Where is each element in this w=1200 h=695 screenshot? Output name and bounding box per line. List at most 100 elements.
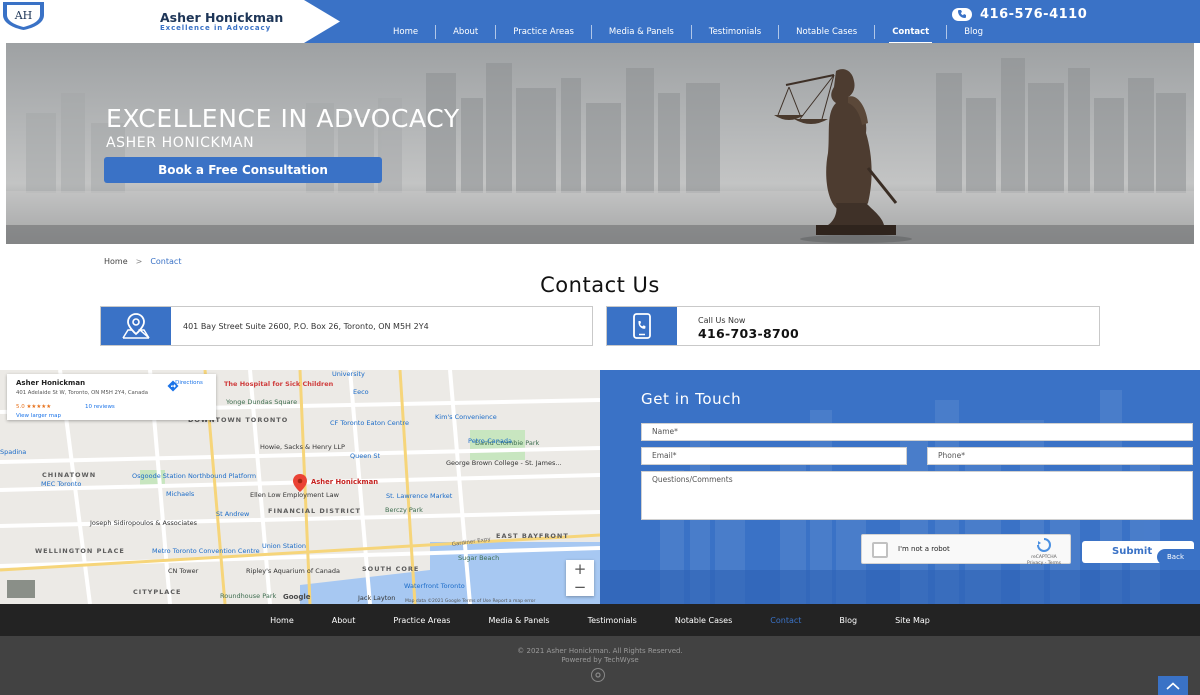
map-label-petro: Petro-Canada [468,437,512,445]
techwyse-logo-icon[interactable] [591,668,605,682]
recaptcha-terms[interactable]: Privacy - Terms [1022,561,1066,567]
call-number[interactable]: 416-703-8700 [698,326,799,341]
map-label-east-bayfront: EAST BAYFRONT [496,532,569,540]
map-label-joseph: Joseph Sidiropoulos & Associates [89,519,198,527]
google-map[interactable]: The Hospital for Sick Children Yonge Dun… [0,370,600,604]
footer-nav: Home About Practice Areas Media & Panels… [0,604,1200,636]
map-label-ellen-low: Ellen Low Employment Law [250,491,340,499]
recaptcha-logo: reCAPTCHA Privacy - Terms [1022,538,1066,567]
map-label-ripley: Ripley's Aquarium of Canada [246,567,340,575]
nav-blog[interactable]: Blog [946,25,1000,39]
map-label-cn-tower: CN Tower [168,567,199,575]
zoom-out-button[interactable]: − [566,578,594,596]
hero-title: EXCELLENCE IN ADVOCACY [106,104,460,133]
footer-nav-about[interactable]: About [332,616,356,625]
footer-nav-notable-cases[interactable]: Notable Cases [675,616,732,625]
logo-tagline: Excellence in Advocacy [160,24,272,32]
back-button[interactable]: Back [1157,549,1194,565]
map-place-name: Asher Honickman [16,379,86,387]
form-title: Get in Touch [641,390,742,408]
footer-nav-site-map[interactable]: Site Map [895,616,930,625]
office-address: 401 Bay Street Suite 2600, P.O. Box 26, … [183,322,429,331]
phone-field[interactable]: Phone* [927,447,1193,465]
map-label-wellington: WELLINGTON PLACE [35,547,125,555]
hero-subtitle: ASHER HONICKMAN [106,135,255,151]
footer-nav-contact[interactable]: Contact [770,616,801,625]
book-consultation-button[interactable]: Book a Free Consultation [104,157,382,183]
logo-name: Asher Honickman [160,10,284,25]
chevron-up-icon [1166,681,1180,690]
name-field[interactable]: Name* [641,423,1193,441]
footer-bottom: © 2021 Asher Honickman. All Rights Reser… [0,636,1200,695]
map-label-howie: Howie, Sacks & Henry LLP [260,443,345,451]
map-label-hospital: The Hospital for Sick Children [224,380,334,388]
header-phone[interactable]: 416-576-4110 [952,5,1087,23]
map-pin-label: Asher Honickman [311,478,378,486]
directions-button[interactable]: Directions [167,380,211,392]
map-label-st-andrew: St Andrew [216,510,250,518]
footer-nav-testimonials[interactable]: Testimonials [588,616,637,625]
shield-icon: AH [3,2,44,30]
map-label-eeco: Eeco [353,388,369,396]
map-label-metro: Metro Toronto Convention Centre [152,547,260,555]
map-label-jack-layton: Jack Layton [357,594,395,602]
phone-card[interactable]: Call Us Now 416-703-8700 [606,306,1100,346]
page: AH Asher Honickman Excellence in Advocac… [0,0,1200,695]
nav-about[interactable]: About [435,25,495,39]
logo[interactable]: AH Asher Honickman Excellence in Advocac… [0,0,340,43]
map-place-address: 401 Adelaide St W, Toronto, ON M5H 2Y4, … [16,390,149,396]
page-title: Contact Us [540,273,660,297]
map-zoom-controls: + − [566,560,594,596]
comments-field[interactable]: Questions/Comments [641,471,1193,520]
copyright: © 2021 Asher Honickman. All Rights Reser… [517,647,683,655]
powered-by-link[interactable]: Powered by TechWyse [0,656,1200,664]
nav-media-panels[interactable]: Media & Panels [590,25,691,39]
map-label-university: University [332,370,365,378]
map-label-waterfront: Waterfront Toronto [404,582,465,590]
recaptcha-label: I'm not a robot [898,545,950,553]
scroll-to-top-button[interactable] [1158,676,1188,695]
map-label-spadina: Spadina [0,448,26,456]
map-label-roundhouse: Roundhouse Park [220,592,277,600]
breadcrumb-separator: > [135,257,143,266]
nav-contact[interactable]: Contact [874,25,946,44]
footer-nav-home[interactable]: Home [270,616,294,625]
map-label-union: Union Station [262,542,306,550]
nav-testimonials[interactable]: Testimonials [690,25,778,39]
map-place-card: Asher Honickman 401 Adelaide St W, Toron… [7,374,216,420]
map-label-chinatown: CHINATOWN [42,471,96,479]
map-label-osgoode: Osgoode Station Northbound Platform [132,472,256,480]
map-pin-icon [101,307,171,345]
view-larger-map-link[interactable]: View larger map [16,413,61,419]
map-label-yonge-dundas: Yonge Dundas Square [225,398,297,406]
phone-icon [952,7,972,21]
nav-notable-cases[interactable]: Notable Cases [778,25,874,39]
map-place-reviews-link[interactable]: 10 reviews [85,404,115,410]
footer-nav-media-panels[interactable]: Media & Panels [488,616,549,625]
logo-initials: AH [14,9,33,22]
zoom-in-button[interactable]: + [566,560,594,578]
contact-form-panel: Get in Touch Name* Email* Phone* Questio… [600,370,1200,604]
map-label-george-brown: George Brown College - St. James... [446,459,562,467]
call-label: Call Us Now [698,316,746,325]
map-label-kims: Kim's Convenience [435,413,497,421]
nav-home[interactable]: Home [376,25,435,39]
nav-practice-areas[interactable]: Practice Areas [495,25,591,39]
map-label-financial: FINANCIAL DISTRICT [268,507,361,515]
map-label-south-core: SOUTH CORE [362,565,419,573]
breadcrumb-current: Contact [150,257,182,266]
recaptcha-icon [1037,538,1051,552]
google-logo: Google [283,593,311,601]
lady-justice-statue-image [774,69,912,243]
recaptcha-widget: I'm not a robot reCAPTCHA Privacy - Term… [861,534,1071,567]
recaptcha-checkbox[interactable] [872,542,888,558]
footer-nav-practice-areas[interactable]: Practice Areas [393,616,450,625]
breadcrumb: Home > Contact [104,257,181,266]
map-label-queen: Queen St [350,452,381,460]
breadcrumb-home-link[interactable]: Home [104,257,128,266]
map-label-sugar-beach: Sugar Beach [458,554,499,562]
email-field[interactable]: Email* [641,447,907,465]
address-card: 401 Bay Street Suite 2600, P.O. Box 26, … [100,306,593,346]
footer-nav-blog[interactable]: Blog [839,616,857,625]
phone-icon [607,307,677,345]
